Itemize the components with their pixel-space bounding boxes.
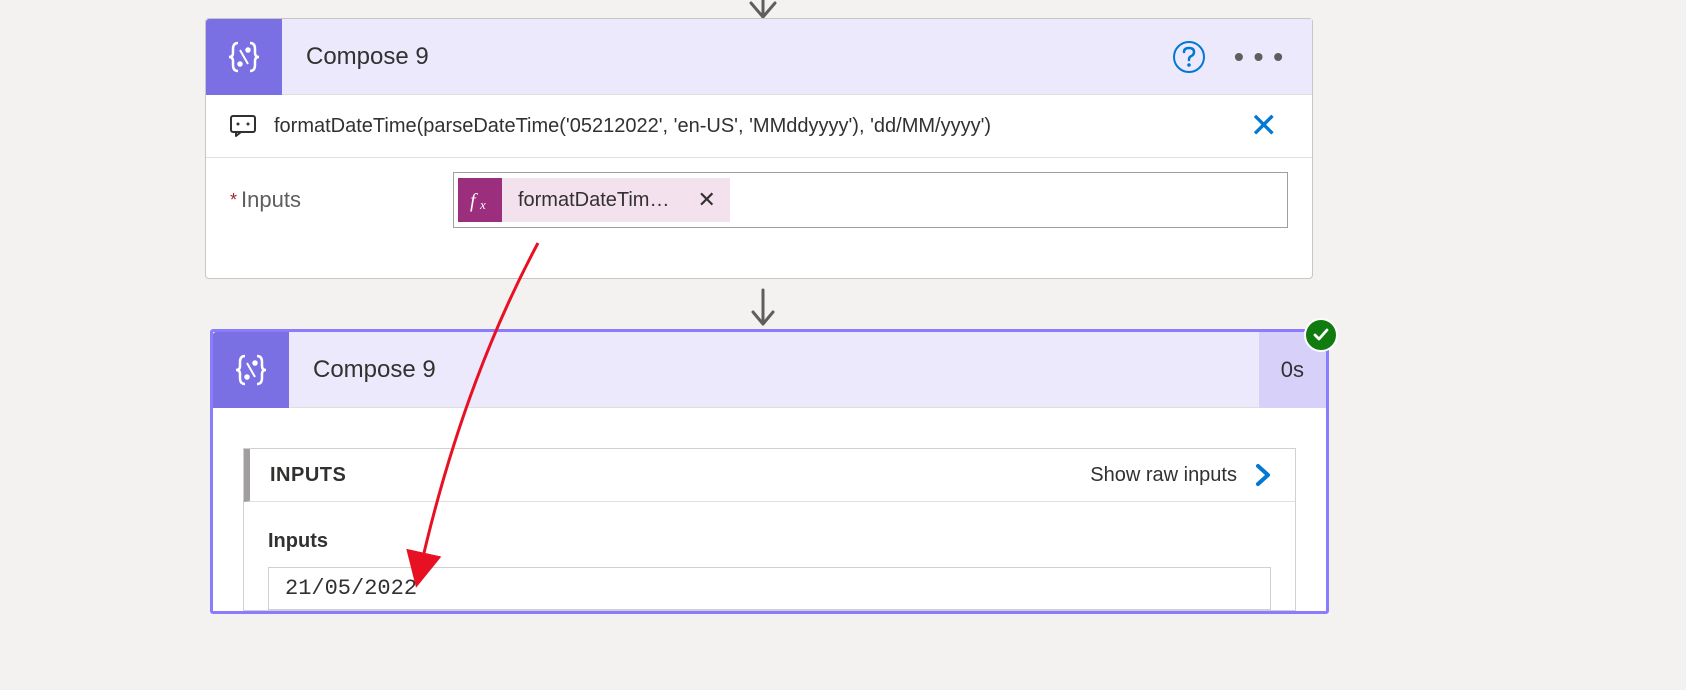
compose-action-card: Compose 9 • • • formatDateTime(parseDate… <box>205 18 1313 279</box>
inputs-row: * Inputs fx formatDateTim… ✕ <box>206 158 1312 248</box>
remove-chip-icon[interactable]: ✕ <box>683 187 729 213</box>
inputs-label: Inputs <box>241 187 301 213</box>
card-title: Compose 9 <box>306 43 1172 71</box>
help-icon[interactable] <box>1172 40 1206 74</box>
card-header[interactable]: Compose 9 • • • <box>206 19 1312 95</box>
chevron-right-icon <box>1251 463 1275 487</box>
card-header[interactable]: Compose 9 0s <box>213 332 1326 408</box>
comment-icon <box>230 115 256 137</box>
more-options-icon[interactable]: • • • <box>1234 41 1284 73</box>
inputs-section-header: INPUTS Show raw inputs <box>244 449 1295 502</box>
inputs-section: INPUTS Show raw inputs Inputs 21/05/2022 <box>243 448 1296 611</box>
compose-result-card: Compose 9 0s INPUTS Show raw inputs Inpu… <box>210 329 1329 614</box>
inputs-body-label: Inputs <box>268 530 1271 553</box>
inputs-value: 21/05/2022 <box>268 567 1271 610</box>
comment-text: formatDateTime(parseDateTime('05212022',… <box>274 115 1240 138</box>
success-badge-icon <box>1304 318 1338 352</box>
close-comment-icon[interactable]: ✕ <box>1240 109 1289 143</box>
svg-text:f: f <box>470 190 478 212</box>
compose-icon <box>213 332 289 408</box>
show-raw-inputs-button[interactable]: Show raw inputs <box>1090 463 1275 487</box>
comment-row: formatDateTime(parseDateTime('05212022',… <box>206 95 1312 157</box>
inputs-body: Inputs 21/05/2022 <box>244 502 1295 610</box>
compose-icon <box>206 19 282 95</box>
expression-chip-label: formatDateTim… <box>502 189 684 212</box>
fx-icon: fx <box>458 178 502 222</box>
required-asterisk: * <box>230 190 237 211</box>
inputs-section-title: INPUTS <box>270 464 1090 487</box>
svg-text:x: x <box>479 197 486 212</box>
card-title: Compose 9 <box>313 356 1259 384</box>
flow-arrow-icon <box>745 288 781 333</box>
expression-chip[interactable]: fx formatDateTim… ✕ <box>458 178 730 222</box>
show-raw-label: Show raw inputs <box>1090 464 1237 487</box>
inputs-field[interactable]: fx formatDateTim… ✕ <box>453 172 1288 228</box>
